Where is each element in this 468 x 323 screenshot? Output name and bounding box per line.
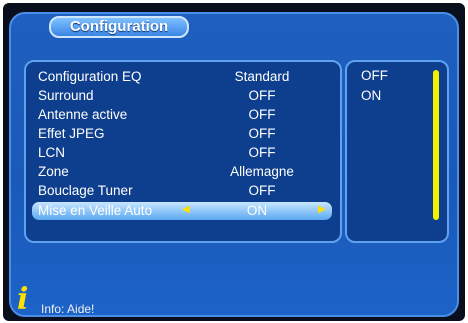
option-on[interactable]: ON (361, 88, 381, 103)
menu-item-label: Zone (38, 164, 69, 179)
menu-item-bouclage-tuner[interactable]: Bouclage Tuner OFF (26, 182, 340, 201)
menu-item-label: Surround (38, 88, 94, 103)
arrow-right-icon[interactable]: ▶ (318, 204, 326, 215)
menu-item-label: Effet JPEG (38, 126, 105, 141)
menu-item-value: OFF (248, 88, 276, 103)
osd-screen: Configuration Configuration EQ Standard … (9, 12, 459, 317)
menu-item-configuration-eq[interactable]: Configuration EQ Standard (26, 68, 340, 87)
menu-item-label: Bouclage Tuner (38, 183, 133, 198)
option-off[interactable]: OFF (361, 68, 388, 83)
info-icon: i (17, 282, 29, 317)
menu-item-label: LCN (38, 145, 66, 160)
menu-item-zone[interactable]: Zone Allemagne (26, 163, 340, 182)
menu-item-value: OFF (248, 145, 276, 160)
options-list: OFF ON (345, 60, 449, 243)
menu-item-effet-jpeg[interactable]: Effet JPEG OFF (26, 125, 340, 144)
menu-item-value: OFF (248, 126, 276, 141)
info-text: Info: Aide! (41, 302, 95, 316)
menu-item-value: Standard (234, 69, 290, 84)
menu-item-lcn[interactable]: LCN OFF (26, 144, 340, 163)
page-title: Configuration (49, 16, 189, 38)
menu-item-value: ON (246, 203, 268, 218)
scrollbar[interactable] (433, 70, 439, 220)
settings-menu: Configuration EQ Standard Surround OFF A… (24, 60, 342, 243)
menu-item-value: Allemagne (230, 164, 294, 179)
menu-item-antenne-active[interactable]: Antenne active OFF (26, 106, 340, 125)
menu-item-label: Mise en Veille Auto (38, 203, 153, 218)
menu-item-mise-en-veille-auto[interactable]: Mise en Veille Auto ◀ ON ▶ (32, 202, 332, 220)
menu-item-value: OFF (248, 107, 276, 122)
menu-item-label: Antenne active (38, 107, 128, 122)
menu-item-surround[interactable]: Surround OFF (26, 87, 340, 106)
arrow-left-icon[interactable]: ◀ (182, 204, 190, 215)
menu-item-label: Configuration EQ (38, 69, 142, 84)
menu-item-value: OFF (248, 183, 276, 198)
